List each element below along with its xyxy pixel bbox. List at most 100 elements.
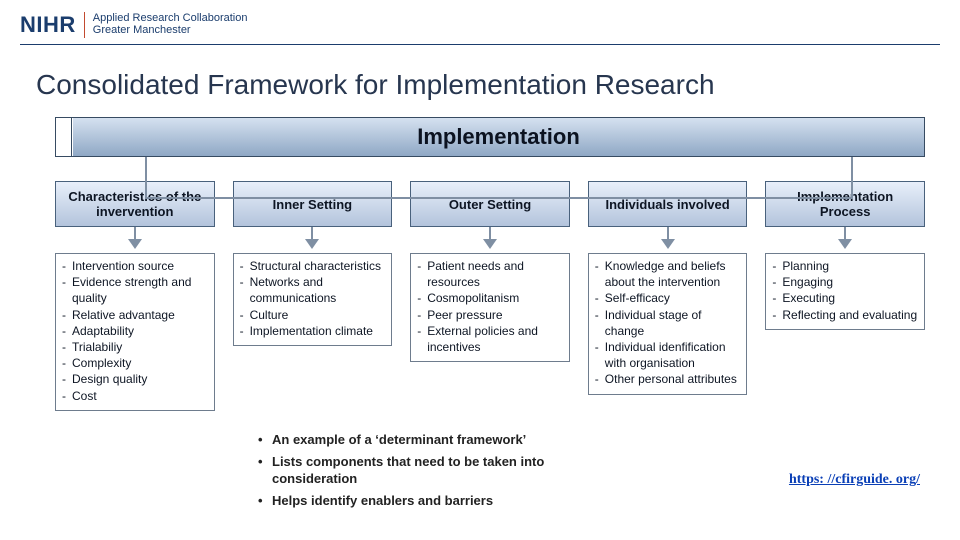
column-item: -Reflecting and evaluating bbox=[772, 307, 918, 323]
arrow-down-icon bbox=[661, 239, 675, 249]
dash-icon: - bbox=[417, 307, 427, 323]
column-item: -Other personal attributes bbox=[595, 371, 741, 387]
connector-line bbox=[134, 227, 136, 239]
column-item-text: Knowledge and beliefs about the interven… bbox=[605, 258, 741, 290]
column-item: -Intervention source bbox=[62, 258, 208, 274]
dash-icon: - bbox=[772, 307, 782, 323]
column-item: -Patient needs and resources bbox=[417, 258, 563, 290]
slide-title: Consolidated Framework for Implementatio… bbox=[36, 69, 940, 101]
slide: NIHR Applied Research Collaboration Grea… bbox=[0, 0, 960, 540]
logo-subtitle: Applied Research Collaboration Greater M… bbox=[93, 13, 248, 36]
dash-icon: - bbox=[417, 323, 427, 355]
column-item-text: Executing bbox=[782, 290, 835, 306]
diagram-banner-label: Implementation bbox=[72, 118, 924, 156]
column-item-text: Engaging bbox=[782, 274, 833, 290]
dash-icon: - bbox=[240, 323, 250, 339]
column-item: -Planning bbox=[772, 258, 918, 274]
column-item-text: Reflecting and evaluating bbox=[782, 307, 917, 323]
column-item-text: Intervention source bbox=[72, 258, 174, 274]
diagram-columns: Characteristics of the invervention-Inte… bbox=[55, 181, 925, 411]
dash-icon: - bbox=[417, 258, 427, 290]
diagram-connector bbox=[145, 157, 853, 199]
column-body: -Patient needs and resources-Cosmopolita… bbox=[410, 253, 570, 362]
bullet-item: •Lists components that need to be taken … bbox=[258, 454, 598, 487]
column-item-text: Cosmopolitanism bbox=[427, 290, 519, 306]
logo-sub-line-2: Greater Manchester bbox=[93, 25, 248, 37]
dash-icon: - bbox=[595, 339, 605, 371]
bullet-item: •Helps identify enablers and barriers bbox=[258, 493, 598, 509]
bullet-list: •An example of a ‘determinant framework’… bbox=[258, 432, 598, 515]
logo: NIHR Applied Research Collaboration Grea… bbox=[20, 12, 940, 38]
logo-separator bbox=[84, 12, 85, 38]
diagram-banner: Implementation bbox=[55, 117, 925, 157]
dash-icon: - bbox=[595, 290, 605, 306]
dash-icon: - bbox=[62, 355, 72, 371]
source-link[interactable]: https: //cfirguide. org/ bbox=[789, 472, 920, 488]
dash-icon: - bbox=[62, 339, 72, 355]
column-item-text: Structural characteristics bbox=[250, 258, 381, 274]
column-item: -Relative advantage bbox=[62, 307, 208, 323]
diagram-column: Characteristics of the invervention-Inte… bbox=[55, 181, 215, 411]
connector-line bbox=[844, 227, 846, 239]
column-item-text: Adaptability bbox=[72, 323, 134, 339]
dash-icon: - bbox=[595, 371, 605, 387]
column-item-text: Implementation climate bbox=[250, 323, 373, 339]
column-item: -Structural characteristics bbox=[240, 258, 386, 274]
column-item: -Trialabiliy bbox=[62, 339, 208, 355]
dash-icon: - bbox=[62, 388, 72, 404]
bullet-text: An example of a ‘determinant framework’ bbox=[272, 432, 598, 448]
column-item: -Cost bbox=[62, 388, 208, 404]
arrow-down-icon bbox=[483, 239, 497, 249]
dash-icon: - bbox=[62, 274, 72, 306]
bullet-dot-icon: • bbox=[258, 493, 272, 509]
column-item-text: Design quality bbox=[72, 371, 147, 387]
column-item: -Culture bbox=[240, 307, 386, 323]
bullet-text: Lists components that need to be taken i… bbox=[272, 454, 598, 487]
dash-icon: - bbox=[595, 258, 605, 290]
bullet-item: •An example of a ‘determinant framework’ bbox=[258, 432, 598, 448]
dash-icon: - bbox=[240, 274, 250, 306]
column-item: -Individual idenfification with organisa… bbox=[595, 339, 741, 371]
column-item-text: Trialabiliy bbox=[72, 339, 122, 355]
dash-icon: - bbox=[417, 290, 427, 306]
dash-icon: - bbox=[772, 290, 782, 306]
column-item: -Design quality bbox=[62, 371, 208, 387]
dash-icon: - bbox=[595, 307, 605, 339]
dash-icon: - bbox=[240, 307, 250, 323]
arrow-down-icon bbox=[838, 239, 852, 249]
column-body: -Structural characteristics-Networks and… bbox=[233, 253, 393, 346]
column-item: -Peer pressure bbox=[417, 307, 563, 323]
dash-icon: - bbox=[62, 258, 72, 274]
column-item-text: Relative advantage bbox=[72, 307, 175, 323]
column-item-text: External policies and incentives bbox=[427, 323, 563, 355]
column-item-text: Complexity bbox=[72, 355, 131, 371]
column-item-text: Planning bbox=[782, 258, 829, 274]
column-item-text: Individual stage of change bbox=[605, 307, 741, 339]
diagram-column: Inner Setting-Structural characteristics… bbox=[233, 181, 393, 411]
column-item-text: Other personal attributes bbox=[605, 371, 737, 387]
column-item: -Knowledge and beliefs about the interve… bbox=[595, 258, 741, 290]
column-item-text: Cost bbox=[72, 388, 97, 404]
column-item-text: Individual idenfification with organisat… bbox=[605, 339, 741, 371]
arrow-down-icon bbox=[128, 239, 142, 249]
column-item: -Networks and communications bbox=[240, 274, 386, 306]
column-item: -Cosmopolitanism bbox=[417, 290, 563, 306]
diagram-column: Implementation Process-Planning-Engaging… bbox=[765, 181, 925, 411]
column-body: -Intervention source-Evidence strength a… bbox=[55, 253, 215, 411]
dash-icon: - bbox=[62, 323, 72, 339]
column-item: -Adaptability bbox=[62, 323, 208, 339]
column-item: -Executing bbox=[772, 290, 918, 306]
column-item: -Individual stage of change bbox=[595, 307, 741, 339]
header-rule bbox=[20, 44, 940, 45]
dash-icon: - bbox=[62, 307, 72, 323]
column-item-text: Culture bbox=[250, 307, 289, 323]
dash-icon: - bbox=[772, 274, 782, 290]
dash-icon: - bbox=[772, 258, 782, 274]
column-item-text: Evidence strength and quality bbox=[72, 274, 208, 306]
column-item: -External policies and incentives bbox=[417, 323, 563, 355]
column-body: -Knowledge and beliefs about the interve… bbox=[588, 253, 748, 395]
column-item-text: Self-efficacy bbox=[605, 290, 670, 306]
diagram: Implementation Characteristics of the in… bbox=[55, 117, 925, 411]
connector-line bbox=[667, 227, 669, 239]
arrow-down-icon bbox=[305, 239, 319, 249]
